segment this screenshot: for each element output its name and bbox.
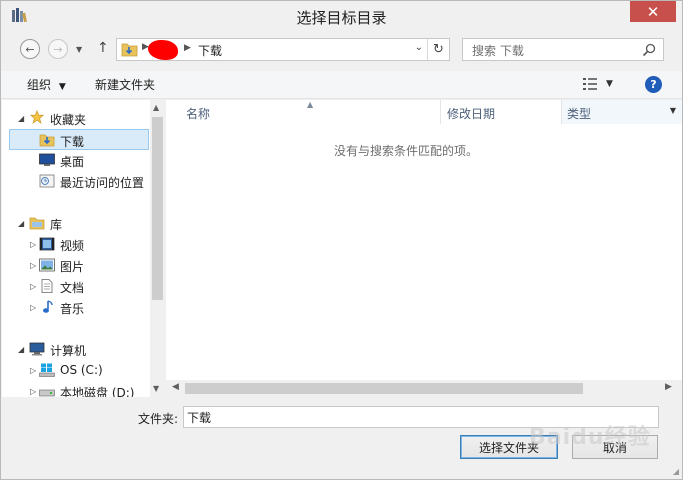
help-icon[interactable]: ?	[645, 76, 662, 93]
nav-item-label: 图片	[60, 260, 85, 274]
up-one-level-icon[interactable]: ↑	[97, 40, 109, 56]
nav-item-pictures[interactable]: ▷ 图片	[2, 255, 150, 276]
nav-group-label: 收藏夹	[50, 113, 87, 127]
address-bar[interactable]: ▶ ▶ 下载 ⌄ ↻	[116, 38, 450, 61]
nav-item-local-disk[interactable]: ▷ 本地磁盘 (D:)	[2, 381, 150, 397]
file-list-h-scrollbar[interactable]: ◀ ▶	[166, 380, 682, 397]
nav-group-libraries[interactable]: ◢ 库	[2, 213, 150, 234]
baidu-watermark: Baidu经验	[529, 425, 651, 450]
refresh-button[interactable]: ↻	[427, 39, 449, 60]
scrollbar-thumb[interactable]	[185, 383, 583, 394]
close-icon: ✕	[646, 2, 660, 21]
scroll-left-arrow-icon[interactable]: ◀	[172, 382, 179, 392]
nav-pane-scrollbar[interactable]: ▲ ▼	[150, 100, 165, 397]
nav-item-label: 文档	[60, 281, 85, 295]
back-arrow-icon: ←	[25, 42, 35, 56]
expand-arrow-icon[interactable]: ▷	[30, 261, 36, 270]
expand-arrow-icon[interactable]: ▷	[30, 303, 36, 312]
scroll-up-arrow-icon[interactable]: ▲	[153, 103, 159, 112]
title-bar: 选择目标目录 ✕	[1, 1, 682, 31]
collapse-arrow-icon[interactable]: ◢	[18, 219, 24, 228]
nav-item-recent-places[interactable]: 最近访问的位置	[2, 171, 150, 192]
nav-item-label: 本地磁盘 (D:)	[60, 386, 135, 397]
search-input[interactable]: 搜索 下载	[462, 38, 664, 61]
collapse-arrow-icon[interactable]: ◢	[18, 345, 24, 354]
favorites-star-icon	[29, 110, 45, 124]
file-dialog-window: 选择目标目录 ✕ ← → ▼ ↑ ▶ ▶ 下载 ⌄ ↻ 搜索 下载 组织 ▼ 新…	[0, 0, 683, 480]
column-header-modified[interactable]: 修改日期	[447, 100, 495, 124]
nav-item-videos[interactable]: ▷ 视频	[2, 234, 150, 255]
expand-arrow-icon[interactable]: ▷	[30, 387, 36, 396]
nav-item-label: 桌面	[60, 155, 85, 169]
resize-grip-icon[interactable]: ◢	[673, 467, 679, 476]
nav-item-downloads[interactable]: 下载	[9, 129, 149, 150]
navigation-pane: ◢ 收藏夹 下载 桌面 最近访问的位置 ◢ 库 ▷ 视频 ▷ 图片 ▷ 文档 ▷…	[2, 100, 165, 397]
column-header-name[interactable]: 名称	[186, 100, 210, 124]
address-history-dropdown-icon[interactable]: ⌄	[415, 42, 423, 53]
back-button[interactable]: ←	[20, 39, 40, 59]
chevron-down-icon: ▼	[58, 82, 66, 92]
recent-places-icon	[39, 174, 55, 188]
nav-group-computer[interactable]: ◢ 计算机	[2, 339, 150, 360]
nav-item-label: 音乐	[60, 302, 85, 316]
close-button[interactable]: ✕	[630, 1, 676, 22]
expand-arrow-icon[interactable]: ▷	[30, 240, 36, 249]
empty-results-message: 没有与搜索条件匹配的项。	[333, 144, 478, 158]
nav-item-documents[interactable]: ▷ 文档	[2, 276, 150, 297]
window-title: 选择目标目录	[296, 9, 387, 27]
breadcrumb-current[interactable]: 下载	[198, 42, 222, 59]
view-options-dropdown-icon[interactable]: ▼	[606, 79, 613, 89]
desktop-icon	[39, 153, 55, 166]
nav-item-label: 视频	[60, 239, 85, 253]
scroll-down-arrow-icon[interactable]: ▼	[153, 384, 159, 393]
nav-item-music[interactable]: ▷ 音乐	[2, 297, 150, 318]
organize-menu[interactable]: 组织 ▼	[27, 76, 66, 93]
redacted-breadcrumb	[148, 40, 178, 60]
organize-label: 组织	[27, 78, 52, 92]
column-filter-dropdown-icon[interactable]: ▼	[670, 106, 676, 115]
scroll-right-arrow-icon[interactable]: ▶	[665, 382, 672, 392]
collapse-arrow-icon[interactable]: ◢	[18, 114, 24, 123]
folder-field-label: 文件夹:	[138, 412, 179, 426]
search-placeholder: 搜索 下载	[472, 44, 524, 58]
nav-item-os-drive[interactable]: ▷ OS (C:)	[2, 360, 150, 381]
documents-library-icon	[41, 279, 53, 293]
nav-group-label: 计算机	[50, 344, 87, 358]
nav-item-label: 最近访问的位置	[60, 176, 145, 190]
download-folder-icon	[39, 134, 55, 147]
music-library-icon	[43, 300, 53, 313]
nav-item-label: OS (C:)	[60, 363, 103, 377]
change-view-icon[interactable]	[583, 78, 599, 90]
forward-button[interactable]: →	[48, 39, 68, 59]
sort-ascending-icon: ▲	[307, 100, 314, 109]
recent-locations-dropdown-icon[interactable]: ▼	[76, 45, 82, 54]
nav-group-label: 库	[50, 218, 63, 232]
computer-icon	[29, 342, 45, 356]
pictures-library-icon	[39, 258, 55, 272]
local-disk-icon	[39, 389, 55, 397]
nav-item-desktop[interactable]: 桌面	[2, 150, 150, 171]
libraries-icon	[29, 217, 45, 230]
new-folder-button[interactable]: 新建文件夹	[95, 76, 155, 93]
file-list-pane: ▼ ▲ 名称 修改日期 类型 没有与搜索条件匹配的项。 ◀ ▶	[166, 100, 682, 397]
nav-group-favorites[interactable]: ◢ 收藏夹	[2, 108, 150, 129]
search-icon[interactable]	[642, 43, 656, 57]
breadcrumb-separator-icon[interactable]: ▶	[184, 43, 191, 53]
refresh-icon: ↻	[433, 42, 444, 57]
video-library-icon	[39, 237, 55, 251]
expand-arrow-icon[interactable]: ▷	[30, 366, 36, 375]
column-header-type[interactable]: 类型	[567, 100, 591, 124]
forward-arrow-icon: →	[53, 42, 63, 56]
scrollbar-thumb[interactable]	[152, 117, 163, 300]
nav-item-label: 下载	[60, 135, 85, 149]
expand-arrow-icon[interactable]: ▷	[30, 282, 36, 291]
column-divider[interactable]	[440, 100, 441, 124]
folder-icon	[121, 43, 138, 57]
os-drive-icon	[39, 363, 55, 377]
command-bar: 组织 ▼ 新建文件夹 ▼ ?	[1, 71, 682, 99]
